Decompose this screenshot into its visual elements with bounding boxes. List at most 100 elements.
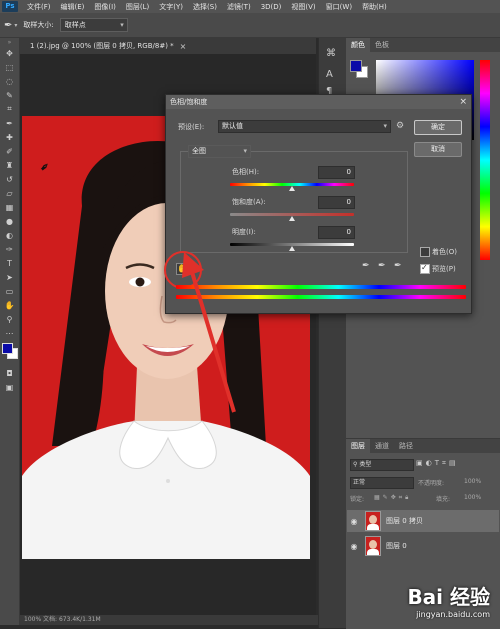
- adjustments-panel-icon[interactable]: A: [326, 69, 340, 80]
- subtract-from-sample-eyedropper-icon[interactable]: ✒: [394, 261, 402, 271]
- opacity-value[interactable]: 100%: [464, 478, 481, 485]
- tab-swatches[interactable]: 色板: [370, 40, 394, 50]
- eyedropper-tool-icon[interactable]: ✒: [0, 116, 19, 130]
- menu-layer[interactable]: 图层(L): [121, 2, 154, 12]
- preview-label: 预览(P): [432, 265, 456, 273]
- marquee-tool-icon[interactable]: ⬚: [0, 60, 19, 74]
- layer-name: 图层 0 拷贝: [386, 517, 423, 525]
- menu-bar: Ps 文件(F) 编辑(E) 图像(I) 图层(L) 文字(Y) 选择(S) 滤…: [0, 0, 500, 13]
- layers-panel-tabs: 图层 通道 路径: [346, 439, 500, 453]
- colorize-checkbox[interactable]: [420, 247, 430, 257]
- blend-mode-dropdown[interactable]: 正常: [350, 477, 414, 489]
- crop-tool-icon[interactable]: ⌗: [0, 102, 19, 116]
- preset-dropdown[interactable]: 默认值 ▾: [218, 120, 391, 133]
- preset-label: 预设(E):: [178, 123, 205, 131]
- preset-value: 默认值: [222, 122, 243, 130]
- quick-select-tool-icon[interactable]: ✎: [0, 88, 19, 102]
- history-brush-tool-icon[interactable]: ↺: [0, 172, 19, 186]
- lightness-input[interactable]: 0: [318, 226, 355, 239]
- tab-layers[interactable]: 图层: [346, 439, 370, 453]
- preset-chevron-icon[interactable]: ▾: [14, 22, 17, 29]
- tab-channels[interactable]: 通道: [370, 441, 394, 451]
- quick-mask-icon[interactable]: ◘: [0, 366, 19, 380]
- lightness-slider-thumb[interactable]: [289, 246, 295, 251]
- panel-fg-swatch[interactable]: [350, 60, 362, 72]
- preset-options-gear-icon[interactable]: ⚙︎: [396, 121, 404, 131]
- more-tools-icon[interactable]: ⋯: [0, 326, 19, 340]
- fill-value[interactable]: 100%: [464, 494, 481, 501]
- add-to-sample-eyedropper-icon[interactable]: ✒: [378, 261, 386, 271]
- annotation-arrow: [182, 252, 236, 413]
- dodge-tool-icon[interactable]: ◐: [0, 228, 19, 242]
- lasso-tool-icon[interactable]: ◌: [0, 74, 19, 88]
- visibility-eye-icon[interactable]: ◉: [347, 517, 361, 526]
- clone-stamp-tool-icon[interactable]: ♜: [0, 158, 19, 172]
- path-select-tool-icon[interactable]: ➤: [0, 270, 19, 284]
- sample-size-dropdown[interactable]: 取样点: [59, 18, 128, 32]
- menu-help[interactable]: 帮助(H): [357, 2, 392, 12]
- type-tool-icon[interactable]: T: [0, 256, 19, 270]
- watermark-url: jingyan.baidu.com: [416, 610, 490, 619]
- layer-row-original[interactable]: ◉ 图层 0: [347, 535, 499, 557]
- chevron-down-icon: ▾: [243, 147, 247, 155]
- tab-color[interactable]: 颜色: [346, 38, 370, 52]
- menu-3d[interactable]: 3D(D): [256, 3, 287, 11]
- tab-paths[interactable]: 路径: [394, 441, 418, 451]
- lock-label: 锁定:: [350, 496, 365, 503]
- layer-row-copy[interactable]: ◉ 图层 0 拷贝: [347, 510, 499, 532]
- menu-type[interactable]: 文字(Y): [154, 2, 188, 12]
- brush-tool-icon[interactable]: ✐: [0, 144, 19, 158]
- eyedropper-icon[interactable]: ✒: [362, 261, 370, 271]
- menu-select[interactable]: 选择(S): [188, 2, 222, 12]
- eyedropper-tool-preset-icon[interactable]: ✒: [4, 20, 12, 31]
- color-picker-swatches: [350, 60, 368, 78]
- sample-size-label: 取样大小:: [23, 21, 54, 29]
- saturation-input[interactable]: 0: [318, 196, 355, 209]
- ok-button[interactable]: 确定: [414, 120, 462, 135]
- blur-tool-icon[interactable]: ●: [0, 214, 19, 228]
- menu-filter[interactable]: 滤镜(T): [222, 2, 256, 12]
- adjustment-group-box: [180, 151, 408, 253]
- healing-brush-tool-icon[interactable]: ✚: [0, 130, 19, 144]
- pen-tool-icon[interactable]: ✑: [0, 242, 19, 256]
- menu-image[interactable]: 图像(I): [89, 2, 121, 12]
- menu-view[interactable]: 视图(V): [286, 2, 320, 12]
- hue-input[interactable]: 0: [318, 166, 355, 179]
- dialog-close-button[interactable]: ×: [459, 95, 467, 109]
- zoom-tool-icon[interactable]: ⚲: [0, 312, 19, 326]
- visibility-eye-icon[interactable]: ◉: [347, 542, 361, 551]
- arrow-shaft: [190, 271, 236, 413]
- toolbar-collapse-icon[interactable]: »: [0, 38, 19, 46]
- saturation-slider-thumb[interactable]: [289, 216, 295, 221]
- layer-thumbnail: [365, 511, 381, 531]
- menu-window[interactable]: 窗口(W): [321, 2, 357, 12]
- watermark-brand: Bai 经验: [407, 585, 490, 609]
- opacity-label: 不透明度:: [418, 480, 445, 487]
- hue-spectrum-bar[interactable]: [480, 60, 490, 260]
- layer-kind-filter[interactable]: ⚲ 类型: [350, 459, 414, 471]
- lock-icons[interactable]: ▦✎✥⌗🔒︎: [374, 494, 411, 502]
- hand-tool-icon[interactable]: ✋: [0, 298, 19, 312]
- channel-value: 全图: [192, 147, 206, 155]
- color-swatches: [0, 340, 19, 366]
- history-panel-icon[interactable]: ⌘: [326, 48, 340, 59]
- channel-dropdown[interactable]: 全图 ▾: [188, 145, 251, 158]
- layer-filter-icons[interactable]: ▣◐T⌗▤: [416, 459, 459, 468]
- rectangle-tool-icon[interactable]: ▭: [0, 284, 19, 298]
- screen-mode-icon[interactable]: ▣: [0, 380, 19, 394]
- document-tab-title: 1 (2).jpg @ 100% (图层 0 拷贝, RGB/8#) *: [30, 42, 174, 50]
- tools-panel: » ✥ ⬚ ◌ ✎ ⌗ ✒ ✚ ✐ ♜ ↺ ▱ ▦ ● ◐ ✑ T ➤ ▭ ✋ …: [0, 38, 20, 625]
- gradient-tool-icon[interactable]: ▦: [0, 200, 19, 214]
- menu-file[interactable]: 文件(F): [22, 2, 56, 12]
- cancel-button[interactable]: 取消: [414, 142, 462, 157]
- document-tab[interactable]: 1 (2).jpg @ 100% (图层 0 拷贝, RGB/8#) * ×: [20, 38, 316, 54]
- foreground-color-swatch[interactable]: [2, 343, 13, 354]
- move-tool-icon[interactable]: ✥: [0, 46, 19, 60]
- lightness-label: 明度(I):: [232, 228, 256, 236]
- eraser-tool-icon[interactable]: ▱: [0, 186, 19, 200]
- photoshop-logo: Ps: [2, 1, 18, 12]
- document-close-button[interactable]: ×: [180, 42, 187, 51]
- menu-edit[interactable]: 编辑(E): [56, 2, 90, 12]
- hue-slider-thumb[interactable]: [289, 186, 295, 191]
- preview-checkbox[interactable]: [420, 263, 430, 274]
